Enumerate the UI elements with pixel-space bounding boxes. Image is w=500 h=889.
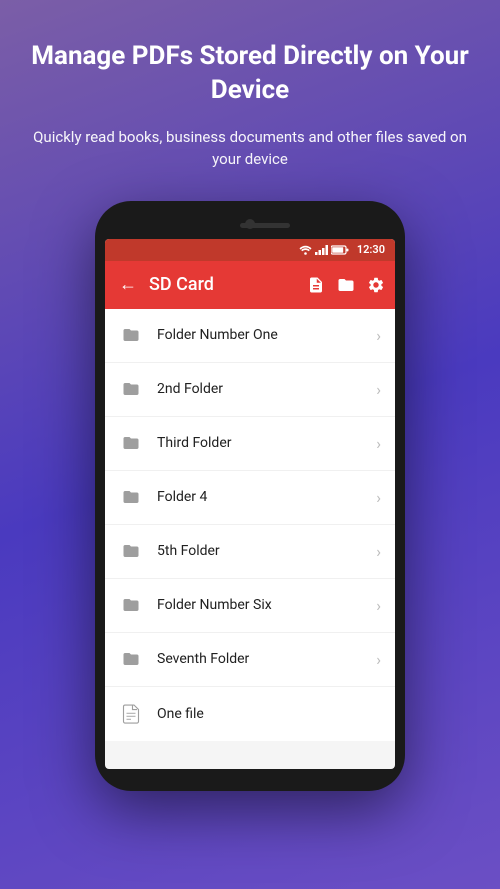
chevron-right-icon: › <box>376 596 381 615</box>
document-svg-icon <box>122 703 140 725</box>
file-name-label: 5th Folder <box>157 543 376 559</box>
status-icons <box>299 245 349 255</box>
app-bar-actions <box>307 276 385 294</box>
folder-icon <box>119 377 143 401</box>
chevron-right-icon: › <box>376 488 381 507</box>
folder-svg-icon <box>120 380 142 398</box>
list-item[interactable]: Folder Number One› <box>105 309 395 363</box>
folder-svg-icon <box>120 434 142 452</box>
back-button[interactable]: ← <box>115 270 141 299</box>
folder-icon <box>119 485 143 509</box>
list-item[interactable]: 2nd Folder› <box>105 363 395 417</box>
folder-icon <box>119 593 143 617</box>
folder-icon <box>119 647 143 671</box>
list-item[interactable]: Folder 4› <box>105 471 395 525</box>
phone-notch <box>105 215 395 239</box>
file-list: Folder Number One› 2nd Folder› Third Fol… <box>105 309 395 741</box>
speaker-grille <box>240 223 290 228</box>
list-item[interactable]: Folder Number Six› <box>105 579 395 633</box>
folder-icon <box>119 431 143 455</box>
hero-section: Manage PDFs Stored Directly on Your Devi… <box>0 0 500 181</box>
chevron-right-icon: › <box>376 434 381 453</box>
phone-screen: 12:30 ← SD Card <box>105 239 395 769</box>
status-time: 12:30 <box>357 243 385 256</box>
chevron-right-icon: › <box>376 326 381 345</box>
app-bar: ← SD Card <box>105 261 395 309</box>
file-name-label: 2nd Folder <box>157 381 376 397</box>
file-name-label: Seventh Folder <box>157 651 376 667</box>
folder-svg-icon <box>120 488 142 506</box>
folder-svg-icon <box>120 542 142 560</box>
list-item[interactable]: Seventh Folder› <box>105 633 395 687</box>
folder-icon <box>119 539 143 563</box>
folder-svg-icon <box>120 596 142 614</box>
folder-svg-icon <box>120 650 142 668</box>
phone-body: 12:30 ← SD Card <box>95 201 405 791</box>
hero-subtitle: Quickly read books, business documents a… <box>30 126 470 171</box>
file-svg-icon <box>119 702 143 726</box>
file-name-label: Third Folder <box>157 435 376 451</box>
chevron-right-icon: › <box>376 380 381 399</box>
list-item[interactable]: One file <box>105 687 395 741</box>
chevron-right-icon: › <box>376 650 381 669</box>
status-bar: 12:30 <box>105 239 395 261</box>
file-name-label: Folder Number One <box>157 327 376 343</box>
battery-icon <box>331 245 349 255</box>
app-bar-title: SD Card <box>149 274 299 295</box>
chevron-right-icon: › <box>376 542 381 561</box>
hero-title: Manage PDFs Stored Directly on Your Devi… <box>30 40 470 108</box>
list-item[interactable]: Third Folder› <box>105 417 395 471</box>
wifi-icon <box>299 245 312 255</box>
folder-icon <box>119 323 143 347</box>
file-name-label: One file <box>157 706 381 722</box>
folder-icon[interactable] <box>337 276 355 294</box>
signal-icon <box>315 245 328 255</box>
list-item[interactable]: 5th Folder› <box>105 525 395 579</box>
settings-icon[interactable] <box>367 276 385 294</box>
file-name-label: Folder Number Six <box>157 597 376 613</box>
folder-svg-icon <box>120 326 142 344</box>
phone-mockup: 12:30 ← SD Card <box>95 201 405 791</box>
page-icon[interactable] <box>307 276 325 294</box>
file-name-label: Folder 4 <box>157 489 376 505</box>
